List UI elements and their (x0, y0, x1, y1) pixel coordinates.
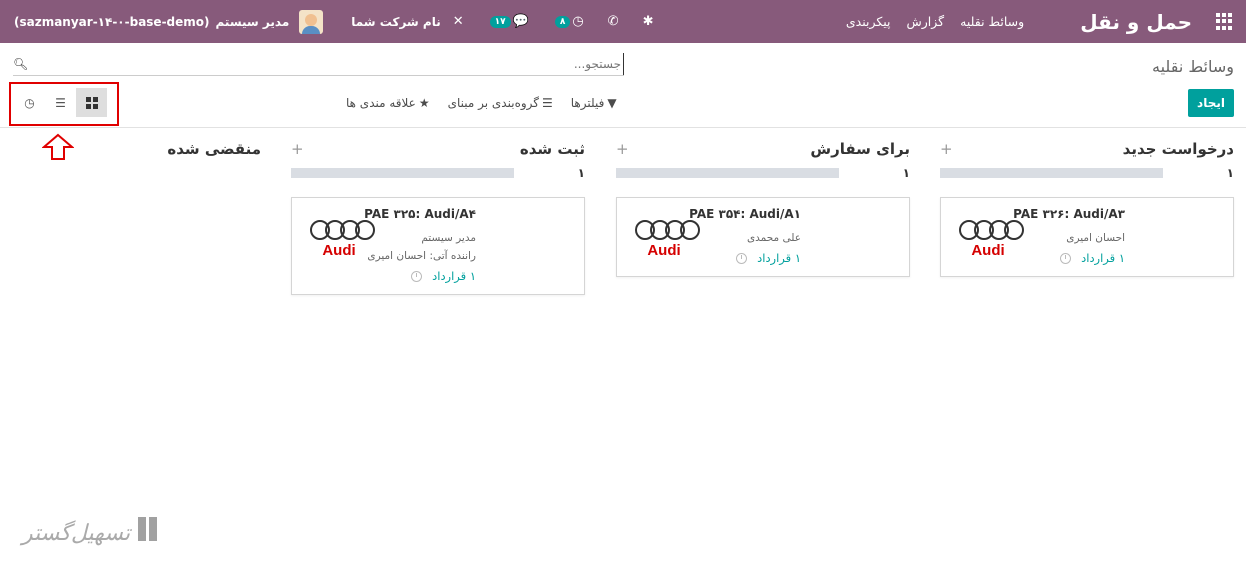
navbar-left: (sazmanyar-۱۴-۰-base-demo) مدیر سیستم نا… (14, 0, 665, 43)
activity-clock-icon[interactable] (736, 252, 748, 264)
navbar-right: حمل و نقل وسائط نقلیه گزارش پیکربندی (830, 0, 1232, 43)
messages-badge: ۱۷ (489, 15, 511, 28)
favorites-label: علاقه مندی ها (346, 96, 416, 110)
breadcrumb: وسائط نقلیه (1152, 57, 1234, 76)
activity-clock-icon[interactable] (411, 270, 423, 282)
quick-create-button[interactable]: + (616, 140, 629, 158)
activities-badge: ۸ (554, 15, 571, 28)
column-progress-bar[interactable] (940, 168, 1163, 178)
filters-label: فیلترها (570, 96, 605, 110)
activities-icon[interactable]: ۸ ◷ (553, 14, 584, 29)
favorites-toggle[interactable]: ★ علاقه مندی ها (346, 96, 430, 110)
kanban-column: درخواست جدید + ۱ PAE ۳۲۶: Audi/A۳ احسان … (940, 135, 1234, 277)
filter-icon: ▼ (607, 96, 617, 110)
star-icon: ★ (418, 96, 430, 110)
column-count: ۱ (902, 166, 910, 180)
card-future-driver: راننده آتی: احسان امیری (367, 250, 476, 262)
search-input[interactable] (34, 53, 624, 75)
quick-create-button[interactable]: + (291, 140, 304, 158)
activity-clock-icon[interactable] (1060, 252, 1072, 264)
brand-wordmark: Audi (647, 242, 681, 259)
filters-toggle[interactable]: ▼ فیلترها (571, 96, 617, 110)
apps-menu-icon[interactable] (1214, 12, 1232, 31)
highlight-frame (9, 82, 119, 126)
kanban-card[interactable]: PAE ۳۲۵: Audi/A۴ مدیر سیستم راننده آتی: … (291, 197, 585, 295)
column-count: ۱ (577, 166, 585, 180)
menu-vehicles[interactable]: وسائط نقلیه (960, 14, 1024, 29)
column-title: ثبت شده (519, 140, 585, 158)
search-options: ▼ فیلترها ☰ گروه‌بندی بر مبنای ★ علاقه م… (346, 96, 617, 110)
column-count: ۱ (1226, 166, 1234, 180)
brand-wordmark: Audi (971, 242, 1005, 259)
phone-icon[interactable]: ✆ (608, 14, 619, 29)
card-title: PAE ۳۲۶: Audi/A۳ (1013, 207, 1125, 221)
brand-wordmark: Audi (322, 242, 356, 259)
watermark-text: تسهیل‌گستر (22, 520, 131, 546)
user-avatar[interactable] (299, 9, 324, 34)
company-switch-icon[interactable]: ✕ (453, 14, 464, 29)
kanban-card[interactable]: PAE ۳۵۴: Audi/A۱ علی محمدی ۱ قرارداد Aud… (616, 197, 910, 277)
groupby-label: گروه‌بندی بر مبنای (447, 96, 539, 110)
kanban-card[interactable]: PAE ۳۲۶: Audi/A۳ احسان امیری ۱ قرارداد A… (940, 197, 1234, 277)
menu-reporting[interactable]: گزارش (907, 14, 945, 29)
messages-icon[interactable]: ۱۷ 💬 (488, 14, 529, 29)
contracts-link[interactable]: ۱ قرارداد (1081, 251, 1125, 265)
contracts-link[interactable]: ۱ قرارداد (432, 269, 476, 283)
column-progress-bar[interactable] (616, 168, 839, 178)
audi-logo: Audi (953, 220, 1024, 259)
audi-logo: Audi (629, 220, 700, 259)
user-name[interactable]: مدیر سیستم (216, 15, 290, 29)
watermark-mark-icon (136, 512, 164, 554)
search-icon[interactable]: 🔍︎ (13, 57, 28, 71)
kanban-column: ثبت شده + ۱ PAE ۳۲۵: Audi/A۴ مدیر سیستم … (291, 135, 585, 295)
audi-logo: Audi (304, 220, 375, 259)
debug-icon[interactable]: ✱ (643, 14, 654, 29)
card-driver: علی محمدی (746, 232, 801, 244)
column-title: منقضی شده (167, 140, 261, 158)
watermark-logo: تسهیل‌گستر (22, 512, 164, 554)
create-button[interactable]: ایجاد (1188, 89, 1234, 117)
kanban-column: منقضی شده (11, 135, 261, 163)
groupby-toggle[interactable]: ☰ گروه‌بندی بر مبنای (448, 96, 553, 110)
database-name[interactable]: (sazmanyar-۱۴-۰-base-demo) (14, 15, 210, 29)
menu-configuration[interactable]: پیکربندی (846, 14, 891, 29)
card-title: PAE ۳۵۴: Audi/A۱ (689, 207, 801, 221)
card-title: PAE ۳۲۵: Audi/A۴ (364, 207, 476, 221)
contracts-link[interactable]: ۱ قرارداد (757, 251, 801, 265)
kanban-column: برای سفارش + ۱ PAE ۳۵۴: Audi/A۱ علی محمد… (616, 135, 910, 277)
column-progress-bar[interactable] (291, 168, 514, 178)
search-bar: 🔍︎ (13, 53, 624, 76)
column-title: درخواست جدید (1122, 140, 1234, 158)
top-navbar: حمل و نقل وسائط نقلیه گزارش پیکربندی (sa… (0, 0, 1246, 43)
app-brand[interactable]: حمل و نقل (1080, 10, 1192, 34)
control-panel-divider (0, 127, 1246, 128)
column-title: برای سفارش (810, 140, 910, 158)
company-name[interactable]: نام شرکت شما (351, 15, 440, 29)
quick-create-button[interactable]: + (940, 140, 953, 158)
card-driver: احسان امیری (1066, 232, 1125, 244)
card-owner: مدیر سیستم (421, 232, 476, 244)
bars-icon: ☰ (542, 96, 553, 110)
